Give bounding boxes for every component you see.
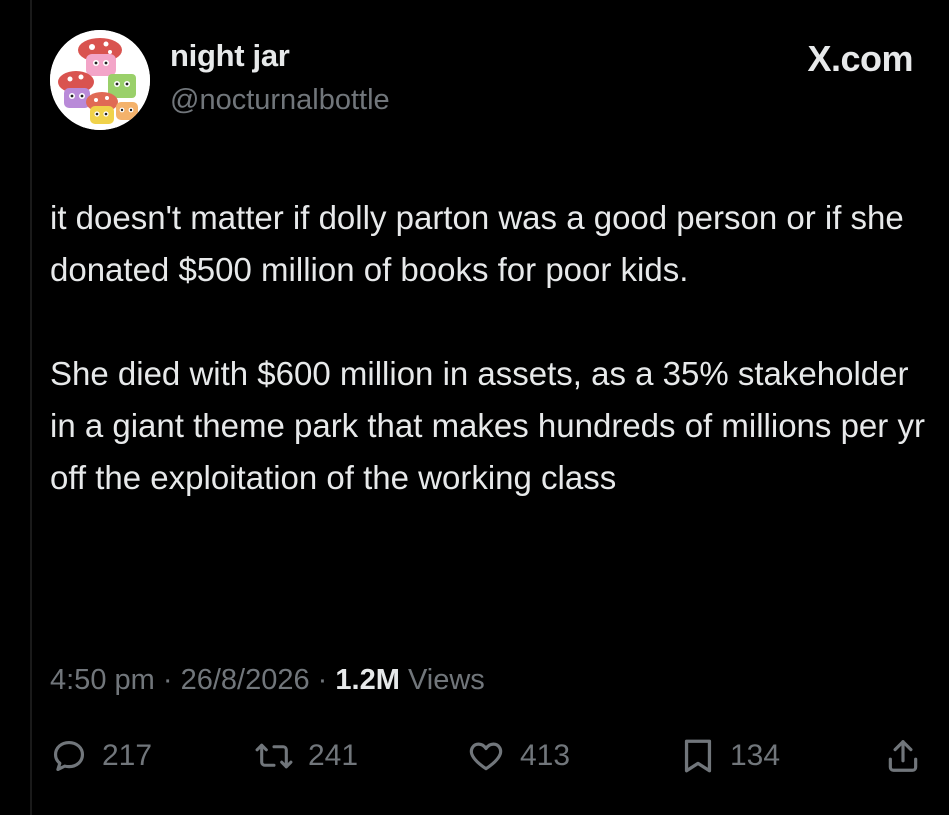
reply-button[interactable]: 217 bbox=[50, 732, 152, 780]
bookmark-count: 134 bbox=[730, 739, 781, 772]
author-handle[interactable]: @nocturnalbottle bbox=[170, 84, 390, 117]
reply-count: 217 bbox=[102, 739, 153, 772]
brand-wordmark: X.com bbox=[807, 38, 913, 79]
tweet-time[interactable]: 4:50 pm bbox=[50, 664, 155, 696]
bookmark-icon bbox=[680, 736, 716, 776]
bookmark-button[interactable]: 134 bbox=[680, 732, 780, 780]
tweet-meta: 4:50 pm · 26/8/2026 · 1.2M Views bbox=[50, 664, 485, 697]
like-button[interactable]: 413 bbox=[466, 732, 570, 780]
views-count: 1.2M bbox=[335, 664, 400, 696]
tweet-body: it doesn't matter if dolly parton was a … bbox=[50, 192, 930, 504]
author-display-name[interactable]: night jar bbox=[170, 38, 290, 74]
action-bar: 217 241 413 134 bbox=[50, 732, 930, 780]
heart-icon bbox=[466, 737, 506, 775]
meta-separator: · bbox=[317, 664, 328, 696]
tweet-paragraph: it doesn't matter if dolly parton was a … bbox=[50, 199, 904, 288]
repost-count: 241 bbox=[308, 739, 359, 772]
tweet-paragraph: She died with $600 million in assets, as… bbox=[50, 355, 925, 496]
share-button[interactable] bbox=[884, 732, 922, 780]
tweet-screenshot: night jar @nocturnalbottle X.com it does… bbox=[0, 0, 949, 815]
reply-icon bbox=[50, 737, 88, 775]
views-label: Views bbox=[407, 664, 485, 696]
meta-separator: · bbox=[162, 664, 173, 696]
mushroom-avatar-icon[interactable] bbox=[50, 30, 150, 130]
share-icon bbox=[884, 736, 922, 776]
timeline-divider bbox=[30, 0, 32, 815]
tweet-date[interactable]: 26/8/2026 bbox=[181, 664, 310, 696]
repost-icon bbox=[254, 737, 294, 775]
like-count: 413 bbox=[520, 739, 571, 772]
repost-button[interactable]: 241 bbox=[254, 732, 358, 780]
